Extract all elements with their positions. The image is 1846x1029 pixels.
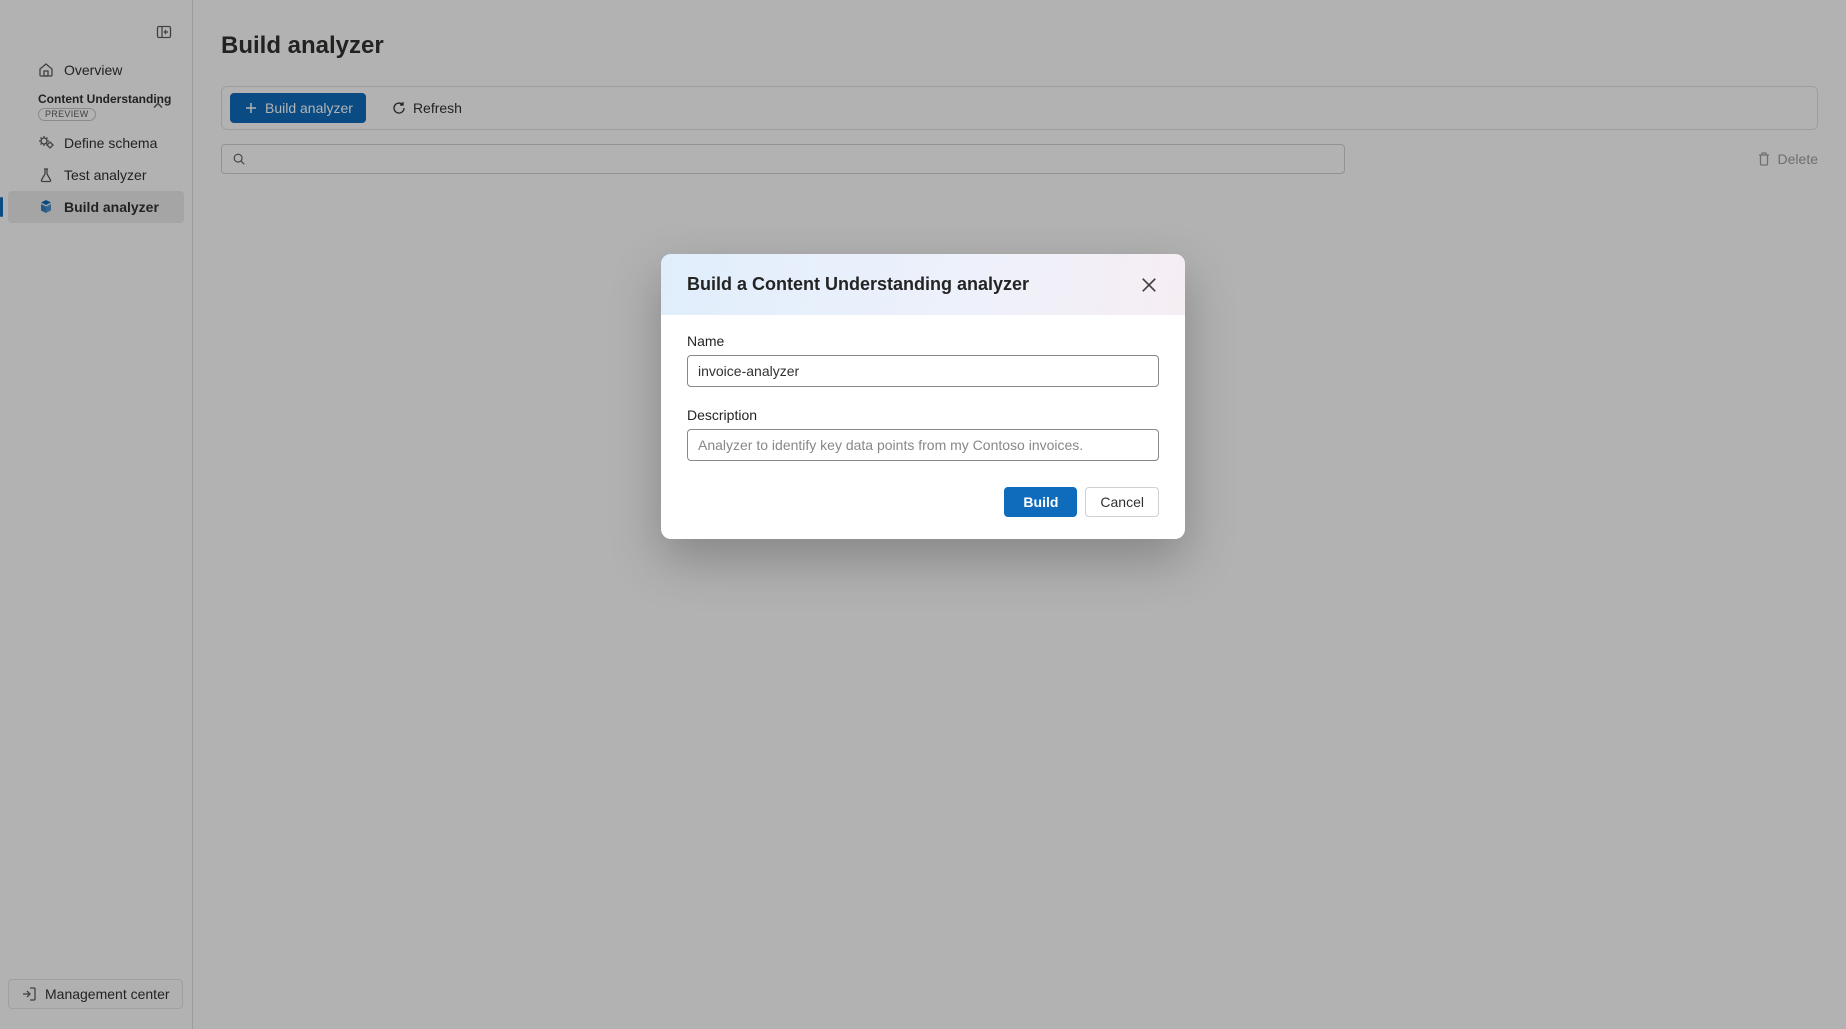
dialog-header: Build a Content Understanding analyzer — [661, 254, 1185, 315]
description-label: Description — [687, 407, 1159, 423]
description-input[interactable] — [687, 429, 1159, 461]
dialog-cancel-button[interactable]: Cancel — [1085, 487, 1159, 517]
dialog-build-button[interactable]: Build — [1004, 487, 1077, 517]
build-analyzer-dialog: Build a Content Understanding analyzer N… — [661, 254, 1185, 539]
app-shell: Overview Content Understanding PREVIEW — [0, 0, 1846, 1029]
dialog-close-button[interactable] — [1139, 275, 1159, 295]
name-input[interactable] — [687, 355, 1159, 387]
name-label: Name — [687, 333, 1159, 349]
dialog-body: Name Description — [661, 315, 1185, 487]
dialog-footer: Build Cancel — [661, 487, 1185, 539]
dialog-title: Build a Content Understanding analyzer — [687, 274, 1029, 295]
modal-overlay: Build a Content Understanding analyzer N… — [0, 0, 1846, 1029]
close-icon — [1139, 275, 1159, 295]
